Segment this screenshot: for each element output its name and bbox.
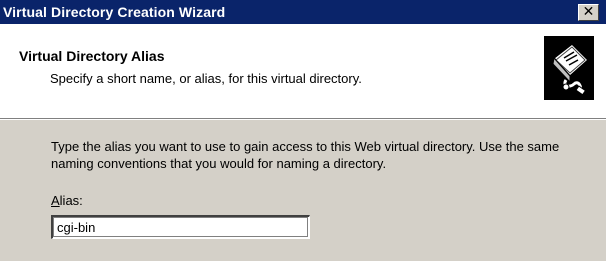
- page-title: Virtual Directory Alias: [19, 48, 165, 64]
- alias-accesskey: A: [51, 193, 60, 208]
- header-divider-highlight: [0, 119, 606, 120]
- alias-input[interactable]: [51, 215, 310, 239]
- window-title: Virtual Directory Creation Wizard: [3, 4, 226, 20]
- wizard-book-icon: [544, 36, 594, 100]
- page-subtitle: Specify a short name, or alias, for this…: [50, 71, 362, 86]
- wizard-header: Virtual Directory Alias Specify a short …: [0, 24, 606, 118]
- title-bar: Virtual Directory Creation Wizard ✕: [0, 0, 606, 24]
- close-icon: ✕: [582, 4, 595, 20]
- alias-label: Alias:: [51, 193, 83, 208]
- instructions-text: Type the alias you want to use to gain a…: [51, 139, 560, 171]
- close-button[interactable]: ✕: [578, 4, 599, 21]
- alias-label-text: lias:: [59, 193, 83, 208]
